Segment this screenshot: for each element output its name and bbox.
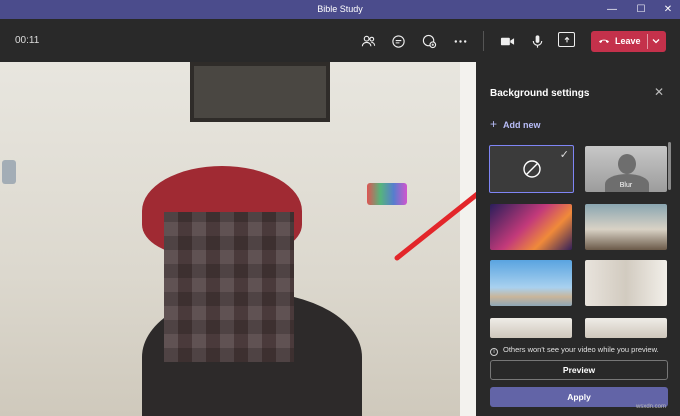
title-bar: Bible Study — ☐ ✕ (0, 0, 680, 19)
plus-icon: + (490, 117, 498, 131)
hang-up-icon (599, 39, 609, 43)
preview-button[interactable]: Preview (490, 360, 668, 380)
info-icon: i (490, 348, 498, 356)
microphone-icon (532, 34, 542, 48)
meeting-toolbar: 00:11 (0, 19, 680, 62)
reactions-button[interactable] (418, 30, 440, 52)
background-tile-room[interactable] (585, 260, 667, 306)
camera-icon (500, 37, 514, 45)
chat-icon (391, 34, 405, 48)
background-tile-none[interactable]: ✓ (489, 145, 574, 193)
checkmark-icon: ✓ (559, 149, 569, 161)
door-edge (460, 62, 476, 416)
maximize-button[interactable]: ☐ (629, 0, 653, 19)
more-actions-button[interactable] (449, 30, 471, 52)
blur-label: Blur (619, 182, 633, 189)
microphone-button[interactable] (526, 30, 548, 52)
background-tile-office[interactable] (585, 204, 667, 250)
pixelated-face (164, 212, 294, 362)
background-tile-room-3[interactable] (585, 318, 667, 338)
people-icon (361, 35, 375, 46)
share-arrow-icon (564, 36, 569, 42)
leave-button[interactable]: Leave (591, 31, 666, 52)
wall-sticker-left (2, 160, 16, 184)
background-tile-beach[interactable] (490, 260, 572, 306)
blur-head-shape (618, 154, 636, 174)
leave-divider (647, 34, 648, 49)
panel-title: Background settings (490, 88, 590, 99)
call-timer: 00:11 (15, 35, 40, 46)
ellipsis-icon (454, 39, 466, 43)
participants-button[interactable] (357, 30, 379, 52)
chat-button[interactable] (387, 30, 409, 52)
participant-silhouette (112, 162, 362, 416)
close-panel-icon[interactable]: ✕ (652, 85, 666, 99)
background-tile-blur[interactable]: Blur (585, 146, 667, 192)
background-settings-panel: Background settings ✕ + Add new ✓ Blur iO… (476, 62, 680, 416)
add-new-label: Add new (503, 120, 541, 130)
close-window-button[interactable]: ✕ (656, 0, 680, 19)
toolbar-divider (483, 31, 484, 51)
panel-scrollbar[interactable] (668, 142, 671, 190)
video-feed (0, 62, 476, 416)
watermark: wsxdn.com (636, 404, 667, 410)
background-tile-room-2[interactable] (490, 318, 572, 338)
preview-notice-text: Others won't see your video while you pr… (503, 345, 659, 354)
chevron-down-icon[interactable] (651, 35, 661, 47)
window-title: Bible Study (317, 4, 363, 14)
background-tile-galaxy[interactable] (490, 204, 572, 250)
share-screen-button[interactable] (558, 32, 575, 47)
add-new-button[interactable]: + Add new (490, 117, 541, 131)
leave-label: Leave (615, 36, 641, 46)
wall-picture-frame (190, 62, 330, 122)
preview-notice: i Others won't see your video while you p… (490, 345, 659, 356)
no-background-icon (523, 160, 541, 178)
wall-sticker (367, 183, 407, 205)
minimize-button[interactable]: — (600, 0, 624, 19)
camera-button[interactable] (496, 30, 518, 52)
raise-hand-icon (422, 34, 436, 48)
